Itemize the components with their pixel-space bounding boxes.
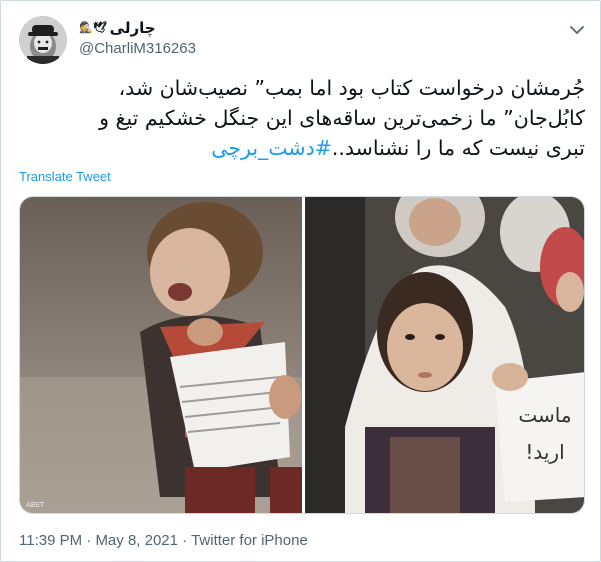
tweet-header: 🕵️🕊 چارلی @CharliM316263 xyxy=(19,14,589,64)
meta-separator: · xyxy=(86,532,92,549)
girl-with-sign-photo[interactable]: ماست اريد! xyxy=(305,197,585,514)
meta-separator: · xyxy=(182,532,188,549)
tweet-text-line-3: تبری نیست که ما را نشناسد..#دشت_برچی xyxy=(19,133,585,163)
display-name[interactable]: 🕵️🕊 چارلی xyxy=(79,18,196,38)
tweet-text-line-3-body: تبری نیست که ما را نشناسد.. xyxy=(331,136,585,160)
display-name-text: چارلی xyxy=(109,19,156,37)
chevron-down-icon[interactable] xyxy=(567,20,587,40)
tweet-text-line-2: کابُل‌جان” ما زخمی‌ترین ساقه‌های این جنگ… xyxy=(99,106,585,130)
sign-line-2: اريد! xyxy=(525,440,564,464)
hashtag-link[interactable]: #دشت_برچی xyxy=(211,136,332,160)
translate-tweet-link[interactable]: Translate Tweet xyxy=(19,169,111,185)
user-handle[interactable]: @CharliM316263 xyxy=(79,39,196,59)
tweet-time[interactable]: 11:39 PM xyxy=(19,532,82,549)
avatar-image xyxy=(19,16,67,64)
display-name-emoji: 🕵️🕊 xyxy=(79,22,107,34)
tweet-text: جُرمشان درخواست کتاب بود اما بمب” نصیب‌ش… xyxy=(19,73,585,163)
crying-girl-photo[interactable]: ABET xyxy=(20,197,302,514)
tweet-card: 🕵️🕊 چارلی @CharliM316263 جُرمشان درخواست… xyxy=(0,0,601,562)
avatar[interactable] xyxy=(19,16,67,64)
sign-line-1: ماست xyxy=(518,403,571,427)
tweet-date[interactable]: May 8, 2021 xyxy=(95,532,178,549)
svg-text:ABET: ABET xyxy=(26,501,45,509)
tweet-source[interactable]: Twitter for iPhone xyxy=(191,532,308,549)
tweet-text-line-1: جُرمشان درخواست کتاب بود اما بمب” نصیب‌ش… xyxy=(118,76,585,100)
tweet-metadata: 11:39 PM · May 8, 2021 · Twitter for iPh… xyxy=(19,531,308,551)
tweet-media: ABET ماست اريد! xyxy=(19,196,585,514)
author-names: 🕵️🕊 چارلی @CharliM316263 xyxy=(79,18,196,59)
